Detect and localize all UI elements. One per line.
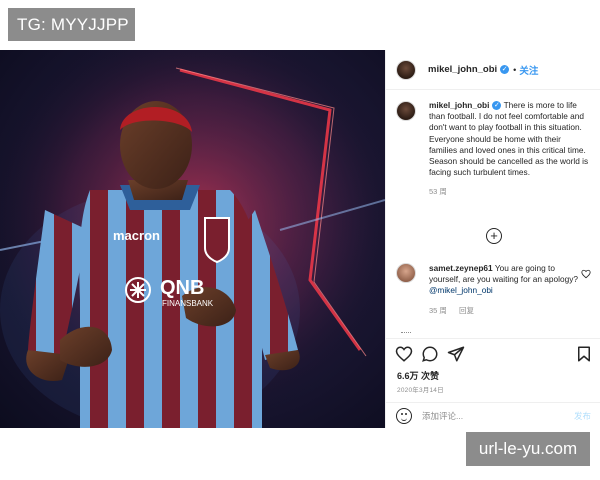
follow-button[interactable]: 关注	[519, 63, 538, 77]
caption-text: There is more to life than football. I d…	[429, 100, 589, 178]
comment-username[interactable]: samet.zeynep61	[429, 263, 493, 273]
add-comment-bar: 添加评论... 发布	[386, 402, 600, 428]
player-photo: macron QNB FINANSBANK	[0, 50, 385, 428]
action-bar	[395, 345, 593, 363]
header-separator: •	[513, 64, 517, 75]
post-header: mikel_john_obi ✓ • 关注	[386, 50, 600, 90]
post-photo: macron QNB FINANSBANK	[0, 50, 385, 428]
save-bookmark-icon[interactable]	[575, 345, 593, 363]
post-caption: mikel_john_obi ✓ There is more to life th…	[386, 90, 600, 198]
commenter-avatar[interactable]	[396, 263, 416, 283]
add-comment-input[interactable]: 添加评论...	[422, 410, 463, 422]
comment-body: samet.zeynep61 You are going to yourself…	[429, 263, 581, 316]
tg-label-badge: TG: MYYJJPP	[8, 8, 135, 41]
verified-badge-icon: ✓	[492, 101, 502, 110]
like-heart-icon[interactable]	[395, 345, 413, 363]
comment-reply-button[interactable]: 回复	[459, 306, 474, 315]
comment-item: samet.zeynep61 You are going to yourself…	[386, 263, 600, 316]
comment-like-heart-icon[interactable]	[581, 269, 591, 279]
share-paper-plane-icon[interactable]	[447, 345, 465, 363]
sponsor-main-text: QNB	[160, 277, 204, 299]
verified-badge-icon: ✓	[500, 65, 510, 74]
kit-brand-text: macron	[113, 228, 160, 243]
instagram-post-screenshot: macron QNB FINANSBANK mikel_john_obi ✓ •…	[0, 0, 600, 480]
caption-avatar[interactable]	[396, 101, 416, 121]
load-more-comments-button[interactable]: +	[486, 228, 502, 244]
comment-time: 35 周	[429, 305, 447, 315]
caption-body: mikel_john_obi ✓ There is more to life th…	[429, 100, 589, 198]
caption-time: 53 周	[429, 187, 447, 197]
post-side-panel: mikel_john_obi ✓ • 关注 mikel_john_obi ✓ Th…	[385, 50, 600, 428]
post-date: 2020年3月14日	[397, 387, 444, 394]
comment-meta: 35 周 回复	[429, 305, 581, 316]
comment-bubble-icon[interactable]	[421, 345, 439, 363]
likes-count[interactable]: 6.6万 次赞	[397, 369, 439, 382]
watermark-badge: url-le-yu.com	[466, 432, 590, 466]
author-avatar[interactable]	[396, 59, 416, 80]
header-username[interactable]: mikel_john_obi	[428, 64, 497, 75]
caption-username[interactable]: mikel_john_obi	[429, 100, 489, 110]
emoji-icon[interactable]	[396, 407, 412, 424]
sponsor-sub-text: FINANSBANK	[162, 299, 214, 308]
more-comments-divider	[401, 332, 411, 334]
club-crest-icon	[204, 217, 230, 264]
comment-mention[interactable]: @mikel_john_obi	[429, 285, 493, 295]
post-comment-button[interactable]: 发布	[574, 410, 591, 422]
